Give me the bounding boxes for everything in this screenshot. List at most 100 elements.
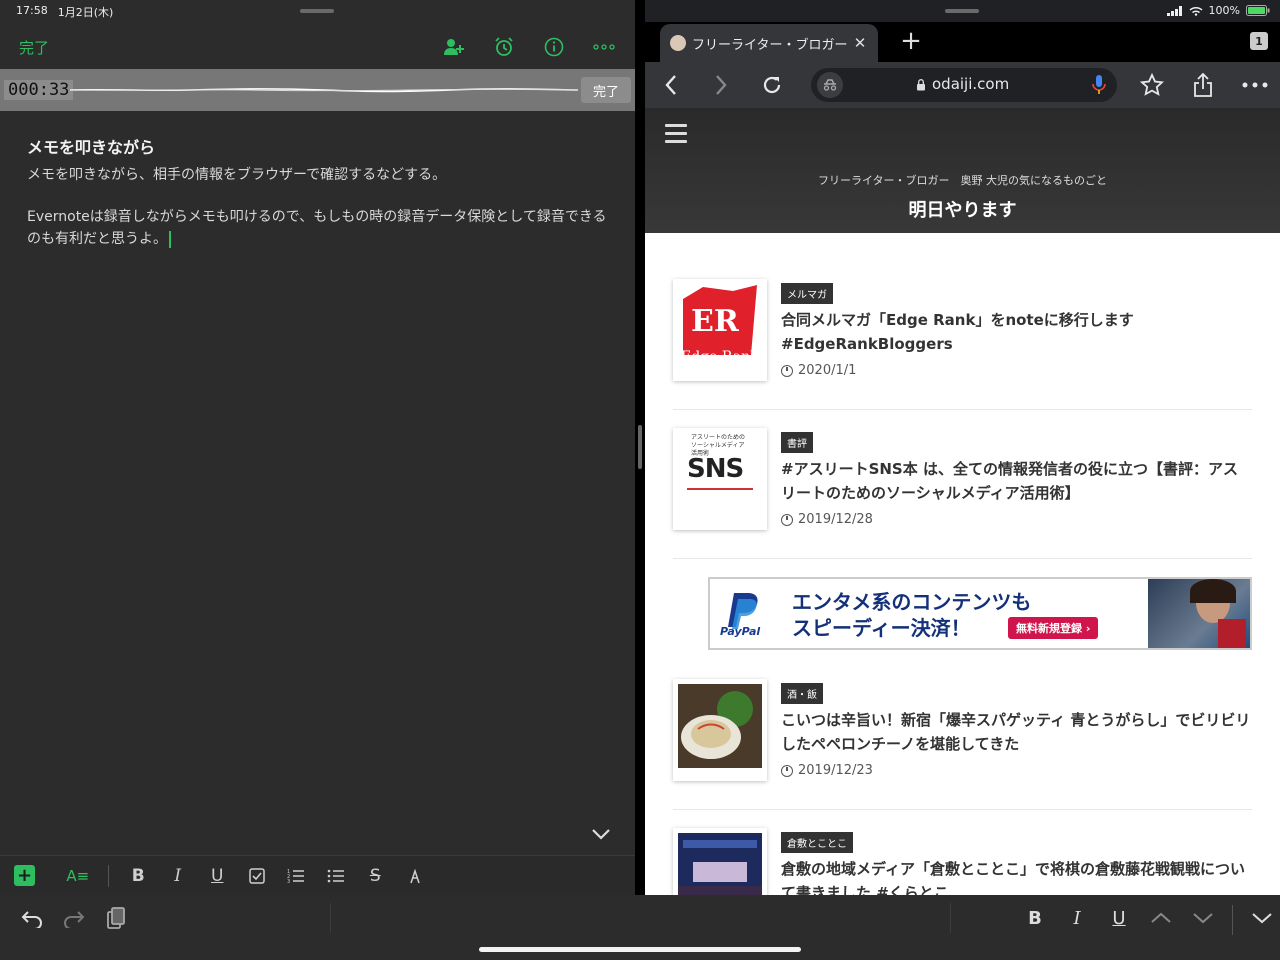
- bookmark-star-icon[interactable]: [1136, 70, 1168, 100]
- tab-title: フリーライター・ブロガー: [692, 37, 848, 53]
- svg-text:3: 3: [287, 879, 290, 885]
- article-title[interactable]: 合同メルマガ「Edge Rank」をnoteに移行します #EdgeRankBl…: [781, 308, 1251, 356]
- note-toolbar: 完了: [0, 28, 635, 68]
- article-title[interactable]: こいつは辛旨い！新宿「爆辛スパゲッティ 青とうがらし」でビリビリしたペペロンチー…: [781, 708, 1251, 756]
- checkbox-icon[interactable]: [237, 863, 277, 889]
- article-item[interactable]: アスリートのための ソーシャルメディア 活用術 SNS 書評 #アスリートSNS…: [673, 428, 1252, 559]
- italic-button[interactable]: I: [158, 863, 198, 889]
- home-indicator[interactable]: [479, 947, 801, 952]
- paste-icon[interactable]: [102, 905, 130, 931]
- insert-plus-button[interactable]: +: [14, 865, 35, 886]
- cellular-icon: [1166, 5, 1182, 16]
- note-paragraph-2[interactable]: Evernoteは録音しながらメモも叩けるので、もしもの時の録音データ保険として…: [27, 206, 607, 250]
- article-item[interactable]: ER Edge Rank メルマガ 合同メルマガ「Edge Rank」をnote…: [673, 279, 1252, 410]
- kb-bold-button[interactable]: B: [1022, 905, 1048, 931]
- ad-line-2: スピーディー決済！: [792, 616, 971, 640]
- article-date: 2019/12/28: [781, 512, 873, 527]
- note-paragraph-1[interactable]: メモを叩きながら、相手の情報をブラウザーで確認するなどする。: [27, 164, 607, 186]
- svg-text:ER: ER: [691, 304, 740, 339]
- kb-up-chevron-icon[interactable]: [1148, 905, 1174, 931]
- article-thumbnail[interactable]: [673, 828, 767, 895]
- reload-icon[interactable]: [756, 70, 788, 100]
- category-tag[interactable]: 酒・飯: [781, 683, 823, 704]
- category-tag[interactable]: 倉敷とことこ: [781, 832, 853, 853]
- kb-dismiss-chevron-icon[interactable]: [1249, 905, 1275, 931]
- article-date: 2019/12/23: [781, 763, 873, 778]
- wifi-icon: [1189, 6, 1203, 16]
- mic-icon[interactable]: [1091, 74, 1107, 96]
- split-view-handle[interactable]: [638, 425, 642, 469]
- ad-cta-button[interactable]: 無料新規登録 ›: [1008, 617, 1099, 639]
- shortcut-separator: [330, 903, 331, 933]
- highlighter-icon[interactable]: [395, 863, 435, 889]
- article-date-text: 2019/12/23: [798, 763, 873, 778]
- text-style-icon[interactable]: A≡: [58, 863, 98, 889]
- kb-underline-button[interactable]: U: [1106, 905, 1132, 931]
- recording-bar: 000:33 完了: [0, 69, 635, 111]
- back-chevron-icon[interactable]: [655, 70, 687, 100]
- article-date-text: 2019/12/28: [798, 512, 873, 527]
- url-display: odaiji.com: [916, 75, 1009, 93]
- tab-close-icon[interactable]: ✕: [850, 34, 870, 52]
- underline-button[interactable]: U: [198, 863, 238, 889]
- split-view-divider[interactable]: [635, 0, 645, 960]
- bold-button[interactable]: B: [119, 863, 159, 889]
- redo-icon[interactable]: [60, 905, 88, 931]
- ad-photo: [1148, 579, 1250, 648]
- undo-icon[interactable]: [18, 905, 46, 931]
- article-item[interactable]: 酒・飯 こいつは辛旨い！新宿「爆辛スパゲッティ 青とうがらし」でビリビリしたペペ…: [673, 679, 1252, 810]
- add-person-icon[interactable]: [439, 34, 469, 60]
- hide-keyboard-chevron-icon[interactable]: [589, 824, 613, 844]
- new-tab-plus-icon[interactable]: +: [898, 28, 924, 54]
- forward-chevron-icon[interactable]: [705, 70, 737, 100]
- kb-italic-button[interactable]: I: [1064, 905, 1090, 931]
- address-bar[interactable]: odaiji.com: [811, 68, 1117, 102]
- done-button[interactable]: 完了: [19, 37, 49, 58]
- tab-count-badge[interactable]: 1: [1250, 32, 1268, 50]
- category-tag[interactable]: 書評: [781, 432, 813, 453]
- thumb-edge-rank-text: Edge Rank: [681, 349, 759, 365]
- strikethrough-button[interactable]: S: [356, 863, 396, 889]
- kb-separator: [1232, 905, 1233, 935]
- numbered-list-icon[interactable]: 123: [277, 863, 317, 889]
- note-title[interactable]: メモを叩きながら: [27, 134, 607, 158]
- browser-toolbar: odaiji.com: [645, 62, 1280, 108]
- hamburger-menu-icon[interactable]: [665, 124, 687, 144]
- recording-done-button[interactable]: 完了: [581, 77, 631, 103]
- multitask-grabber-left[interactable]: [300, 9, 334, 13]
- more-icon[interactable]: [589, 34, 619, 60]
- battery-percent: 100%: [1208, 4, 1240, 17]
- waveform-icon: [70, 88, 578, 93]
- article-thumbnail[interactable]: アスリートのための ソーシャルメディア 活用術 SNS: [673, 428, 767, 530]
- article-item[interactable]: 倉敷とことこ 倉敷の地域メディア「倉敷とことこ」で将棋の倉敷藤花戦観戦について書…: [673, 828, 1252, 895]
- article-title[interactable]: 倉敷の地域メディア「倉敷とことこ」で将棋の倉敷藤花戦観戦について書きました #く…: [781, 857, 1251, 895]
- kb-down-chevron-icon[interactable]: [1190, 905, 1216, 931]
- site-title[interactable]: 明日やります: [645, 196, 1280, 222]
- article-title[interactable]: #アスリートSNS本 は、全ての情報発信者の役に立つ【書評：アスリートのためのソ…: [781, 457, 1251, 505]
- share-icon[interactable]: [1187, 70, 1219, 100]
- note-paragraph-2-text: Evernoteは録音しながらメモも叩けるので、もしもの時の録音データ保険として…: [27, 209, 607, 247]
- article-thumbnail[interactable]: [673, 679, 767, 781]
- note-body[interactable]: メモを叩きながら メモを叩きながら、相手の情報をブラウザーで確認するなどする。 …: [27, 134, 607, 250]
- multitask-grabber-right[interactable]: [945, 9, 979, 13]
- more-menu-icon[interactable]: [1239, 70, 1271, 100]
- info-icon[interactable]: [539, 34, 569, 60]
- status-bar-left: 17:58 1月2日(木): [16, 4, 113, 20]
- battery-icon: [1246, 5, 1270, 16]
- favicon-icon: [670, 35, 686, 51]
- tab-active[interactable]: フリーライター・ブロガー ✕: [660, 24, 878, 62]
- category-tag[interactable]: メルマガ: [781, 283, 833, 304]
- chrome-pane: 100% フリーライター・ブロガー ✕ + 1 odaiji.com フリーライ…: [645, 0, 1280, 960]
- incognito-icon: [817, 72, 843, 98]
- article-thumbnail[interactable]: ER Edge Rank: [673, 279, 767, 381]
- bullet-list-icon[interactable]: [316, 863, 356, 889]
- recording-time: 000:33: [4, 80, 74, 100]
- lock-icon: [917, 78, 925, 90]
- ad-line-1: エンタメ系のコンテンツも: [792, 590, 1032, 614]
- site-subtitle: フリーライター・ブロガー 奥野 大児の気になるものごと: [817, 174, 1108, 187]
- alarm-icon[interactable]: [489, 34, 519, 60]
- paypal-logo-icon: PayPal: [720, 589, 766, 639]
- paypal-ad-banner[interactable]: PayPal エンタメ系のコンテンツも スピーディー決済！ 無料新規登録 ›: [708, 577, 1252, 650]
- ad-text: エンタメ系のコンテンツも スピーディー決済！: [792, 589, 1031, 641]
- format-toolbar: + A≡ B I U 123 S: [0, 855, 635, 895]
